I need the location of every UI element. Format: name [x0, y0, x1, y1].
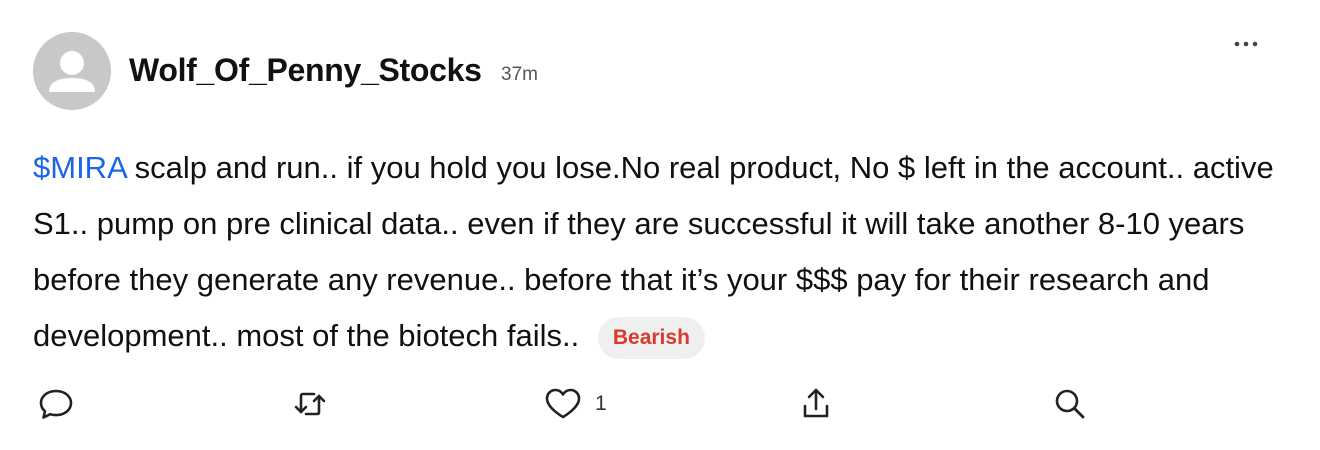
repost-icon — [294, 392, 326, 416]
post-timestamp: 37m — [501, 64, 538, 85]
default-user-icon — [49, 51, 95, 92]
like-count: 1 — [595, 392, 607, 415]
like-button[interactable]: 1 — [543, 384, 607, 424]
ticker-link[interactable]: $MIRA — [33, 150, 126, 185]
heart-icon — [545, 388, 581, 419]
comment-button[interactable] — [36, 384, 76, 424]
avatar[interactable] — [33, 32, 111, 110]
repost-button[interactable] — [290, 384, 330, 424]
stocktwits-post: Wolf_Of_Penny_Stocks 37m $MIRA scalp and… — [0, 0, 1320, 450]
search-icon — [1055, 389, 1085, 419]
share-button[interactable] — [796, 384, 836, 424]
more-dots-icon — [1234, 41, 1258, 47]
share-icon — [803, 388, 829, 418]
username[interactable]: Wolf_Of_Penny_Stocks — [129, 52, 482, 89]
search-button[interactable] — [1050, 384, 1090, 424]
comment-icon — [39, 389, 73, 419]
more-options-button[interactable] — [1232, 33, 1260, 55]
sentiment-badge: Bearish — [597, 317, 705, 359]
post-body: $MIRA scalp and run.. if you hold you lo… — [33, 140, 1295, 364]
